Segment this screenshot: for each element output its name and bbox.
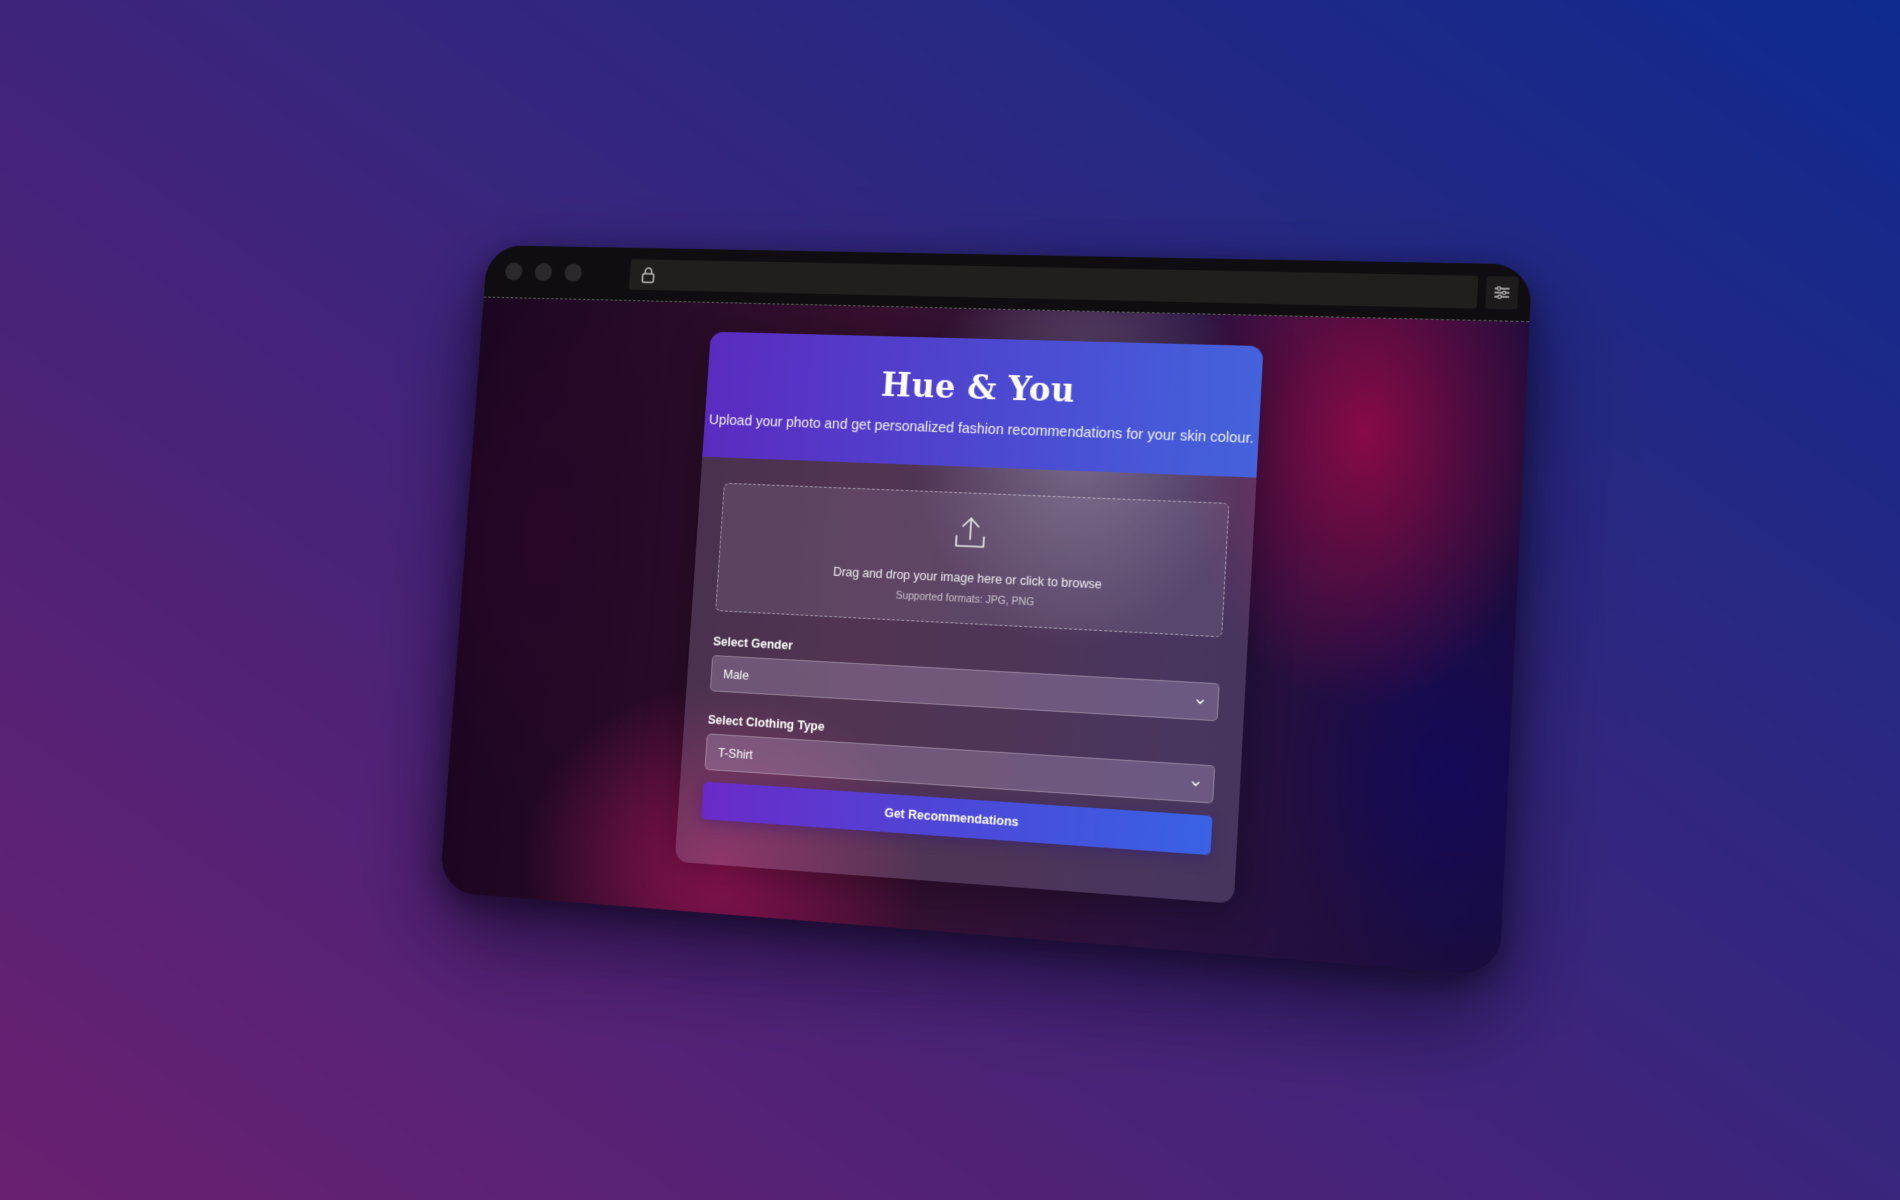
app-subtitle: Upload your photo and get personalized f…: [708, 412, 1255, 448]
desktop-background: Hue & You Upload your photo and get pers…: [0, 0, 1900, 1200]
chevron-down-icon: [1195, 696, 1206, 707]
page-viewport: Hue & You Upload your photo and get pers…: [439, 297, 1530, 977]
lock-icon: [638, 265, 658, 284]
settings-button[interactable]: [1485, 275, 1519, 310]
upload-icon: [954, 515, 987, 550]
window-maximize-button[interactable]: [563, 263, 583, 282]
browser-window: Hue & You Upload your photo and get pers…: [439, 245, 1533, 977]
chevron-down-icon: [1190, 778, 1201, 789]
card-header: Hue & You Upload your photo and get pers…: [702, 331, 1264, 478]
window-close-button[interactable]: [504, 262, 523, 281]
gender-selected-value: Male: [722, 667, 750, 683]
address-bar[interactable]: [628, 259, 1479, 309]
app-title: Hue & You: [880, 365, 1077, 410]
image-upload-dropzone[interactable]: Drag and drop your image here or click t…: [715, 482, 1230, 638]
recommendation-card: Hue & You Upload your photo and get pers…: [674, 331, 1264, 904]
card-body: Drag and drop your image here or click t…: [701, 482, 1230, 856]
settings-icon: [1493, 285, 1511, 300]
clothing-type-selected-value: T-Shirt: [717, 745, 754, 763]
window-minimize-button[interactable]: [534, 262, 553, 282]
